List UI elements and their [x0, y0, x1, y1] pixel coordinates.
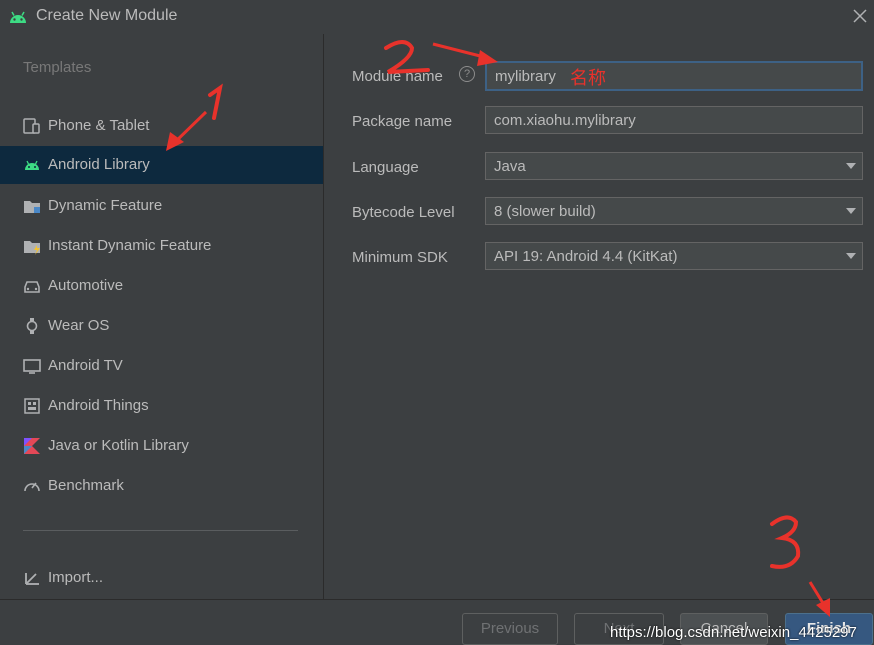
android-icon [25, 160, 39, 170]
close-icon[interactable] [850, 6, 870, 26]
watch-icon [26, 318, 38, 334]
gauge-icon [24, 482, 40, 492]
android-logo-icon [10, 11, 26, 23]
sidebar-item-label: Java or Kotlin Library [48, 437, 189, 454]
templates-header: Templates [23, 59, 92, 76]
sidebar-item-phone-tablet[interactable]: Phone & Tablet [0, 107, 323, 145]
sidebar-item-label: Android Library [48, 156, 150, 173]
import-icon [25, 573, 39, 585]
sidebar-item-label: Automotive [48, 277, 124, 294]
sidebar-item-wear-os[interactable]: Wear OS [0, 307, 323, 345]
min-sdk-select[interactable]: API 19: Android 4.4 (KitKat) [485, 242, 863, 270]
min-sdk-value: API 19: Android 4.4 (KitKat) [494, 248, 678, 265]
module-name-input[interactable]: mylibrary [485, 61, 863, 91]
sidebar-item-label: Dynamic Feature [48, 197, 163, 214]
sidebar-item-label: Android Things [48, 397, 149, 414]
chevron-down-icon [846, 163, 856, 169]
sidebar-item-android-library[interactable]: Android Library [0, 146, 323, 184]
language-value: Java [494, 158, 526, 175]
chevron-down-icon [846, 208, 856, 214]
title-bar: Create New Module [0, 0, 874, 34]
previous-button[interactable]: Previous [462, 613, 558, 645]
things-icon [24, 398, 40, 414]
module-name-label: Module name [352, 68, 443, 85]
sidebar-item-instant-dynamic-feature[interactable]: Instant Dynamic Feature [0, 227, 323, 265]
package-name-value: com.xiaohu.mylibrary [494, 112, 636, 129]
car-icon [24, 281, 40, 293]
sidebar-divider [23, 530, 298, 531]
kotlin-icon [24, 438, 40, 454]
sidebar-item-label: Android TV [48, 357, 123, 374]
sidebar-item-benchmark[interactable]: Benchmark [0, 467, 323, 505]
panel-divider [323, 34, 324, 599]
sidebar-item-label: Instant Dynamic Feature [48, 237, 212, 254]
annotation-name-note: 名称 [570, 68, 606, 88]
phone-tablet-icon [23, 118, 40, 134]
bytecode-select[interactable]: 8 (slower build) [485, 197, 863, 225]
package-name-input[interactable]: com.xiaohu.mylibrary [485, 106, 863, 134]
folder-feature-icon [24, 201, 40, 213]
sidebar-item-label: Phone & Tablet [48, 117, 150, 134]
annotation-number-3 [770, 515, 801, 569]
language-label: Language [352, 159, 419, 176]
sidebar-item-android-things[interactable]: Android Things [0, 387, 323, 425]
bytecode-value: 8 (slower build) [494, 203, 596, 220]
sidebar-item-android-tv[interactable]: Android TV [0, 347, 323, 385]
import-label: Import... [48, 569, 104, 586]
watermark-text: https://blog.csdn.net/weixin_4425297 [610, 624, 857, 641]
tv-icon [23, 359, 41, 374]
chevron-down-icon [846, 253, 856, 259]
sidebar-item-dynamic-feature[interactable]: Dynamic Feature [0, 187, 323, 225]
templates-sidebar: Templates Phone & Tablet Android Library… [0, 34, 323, 599]
help-icon[interactable]: ? [459, 66, 475, 82]
sidebar-item-label: Wear OS [48, 317, 110, 334]
window-title: Create New Module [36, 7, 178, 24]
sidebar-item-java-kotlin-library[interactable]: Java or Kotlin Library [0, 427, 323, 465]
annotation-arrow-2 [432, 42, 489, 60]
folder-instant-icon [24, 241, 40, 255]
sidebar-item-automotive[interactable]: Automotive [0, 267, 323, 305]
min-sdk-label: Minimum SDK [352, 249, 448, 266]
language-select[interactable]: Java [485, 152, 863, 180]
sidebar-item-label: Benchmark [48, 477, 124, 494]
module-name-value: mylibrary [495, 68, 556, 85]
bytecode-label: Bytecode Level [352, 204, 455, 221]
import-button[interactable]: Import... [0, 562, 323, 592]
package-name-label: Package name [352, 113, 453, 130]
